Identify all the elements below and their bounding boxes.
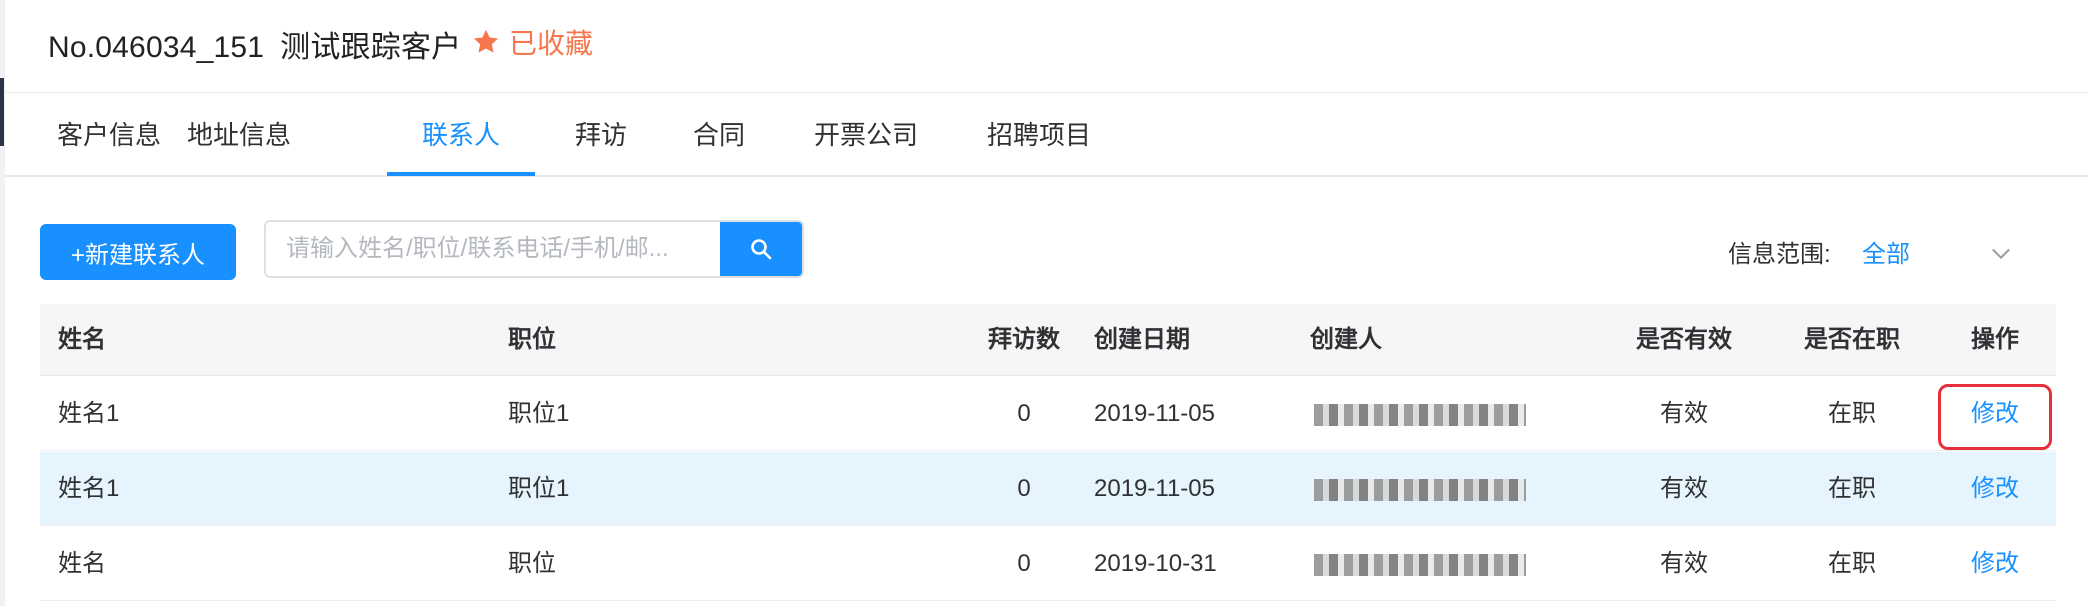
table-row: 姓名 职位 0 2019-10-31 有效 在职 修改 [40,527,2056,601]
favorite-label: 已收藏 [509,28,594,59]
search-box [264,220,804,278]
column-header-creator: 创建人 [1310,326,1382,353]
search-icon [751,239,772,260]
page-title: No.046034_151 测试跟踪客户 [48,22,461,66]
cell-visits: 0 [1017,400,1031,427]
customer-name: 测试跟踪客户 [280,31,462,64]
redacted-creator [1314,554,1526,576]
search-input[interactable] [266,222,724,276]
page-header: No.046034_151 测试跟踪客户 已收藏 [5,0,2088,93]
column-header-position: 职位 [508,326,556,353]
cell-position: 职位1 [508,400,570,427]
tab-customer-info[interactable]: 客户信息 [57,93,161,177]
record-number: No.046034_151 [48,31,265,64]
cell-position: 职位1 [508,475,570,502]
favorite-toggle[interactable]: 已收藏 [471,22,593,62]
highlight-box [1938,384,2052,450]
left-edge-marker [0,78,4,146]
cell-employed: 在职 [1828,400,1876,427]
toolbar: +新建联系人 信息范围: 全部 [0,177,2088,302]
edit-link[interactable]: 修改 [1940,452,2050,526]
search-button[interactable] [720,222,802,276]
cell-created-date: 2019-11-05 [1094,475,1215,502]
cell-valid: 有效 [1660,475,1708,502]
tab-recruitment-projects[interactable]: 招聘项目 [987,93,1091,177]
table-header: 姓名 职位 拜访数 创建日期 创建人 是否有效 是否在职 操作 [40,304,2056,376]
tab-address-info[interactable]: 地址信息 [187,93,291,177]
cell-name: 姓名1 [58,400,120,427]
column-header-visits: 拜访数 [988,326,1060,353]
cell-employed: 在职 [1828,475,1876,502]
column-header-employed: 是否在职 [1804,326,1900,353]
cell-visits: 0 [1017,550,1031,577]
cell-created-date: 2019-10-31 [1094,550,1217,577]
column-header-actions: 操作 [1971,326,2019,353]
tab-contacts[interactable]: 联系人 [422,93,500,177]
redacted-creator [1314,404,1526,426]
column-header-valid: 是否有效 [1636,326,1732,353]
tab-bar: 客户信息 地址信息 联系人 拜访 合同 开票公司 招聘项目 [5,93,2088,177]
column-header-created-date: 创建日期 [1094,326,1190,353]
cell-employed: 在职 [1828,550,1876,577]
column-header-name: 姓名 [58,326,106,353]
cell-name: 姓名 [58,550,106,577]
active-tab-indicator [387,172,535,176]
cell-valid: 有效 [1660,400,1708,427]
tab-invoice-company[interactable]: 开票公司 [814,93,918,177]
tab-visits[interactable]: 拜访 [575,93,627,177]
add-contact-button[interactable]: +新建联系人 [40,224,236,280]
scope-label: 信息范围: [1728,241,1831,268]
cell-position: 职位 [508,550,556,577]
chevron-down-icon[interactable] [1987,239,2015,267]
cell-visits: 0 [1017,475,1031,502]
star-icon [473,29,499,53]
table-row: 姓名1 职位1 0 2019-11-05 有效 在职 修改 [40,452,2056,526]
redacted-creator [1314,479,1526,501]
tab-contracts[interactable]: 合同 [693,93,745,177]
edit-link[interactable]: 修改 [1940,527,2050,601]
scope-select[interactable]: 全部 [1862,234,1910,269]
cell-name: 姓名1 [58,475,120,502]
table-row: 姓名1 职位1 0 2019-11-05 有效 在职 修改 [40,377,2056,451]
cell-valid: 有效 [1660,550,1708,577]
cell-created-date: 2019-11-05 [1094,400,1215,427]
